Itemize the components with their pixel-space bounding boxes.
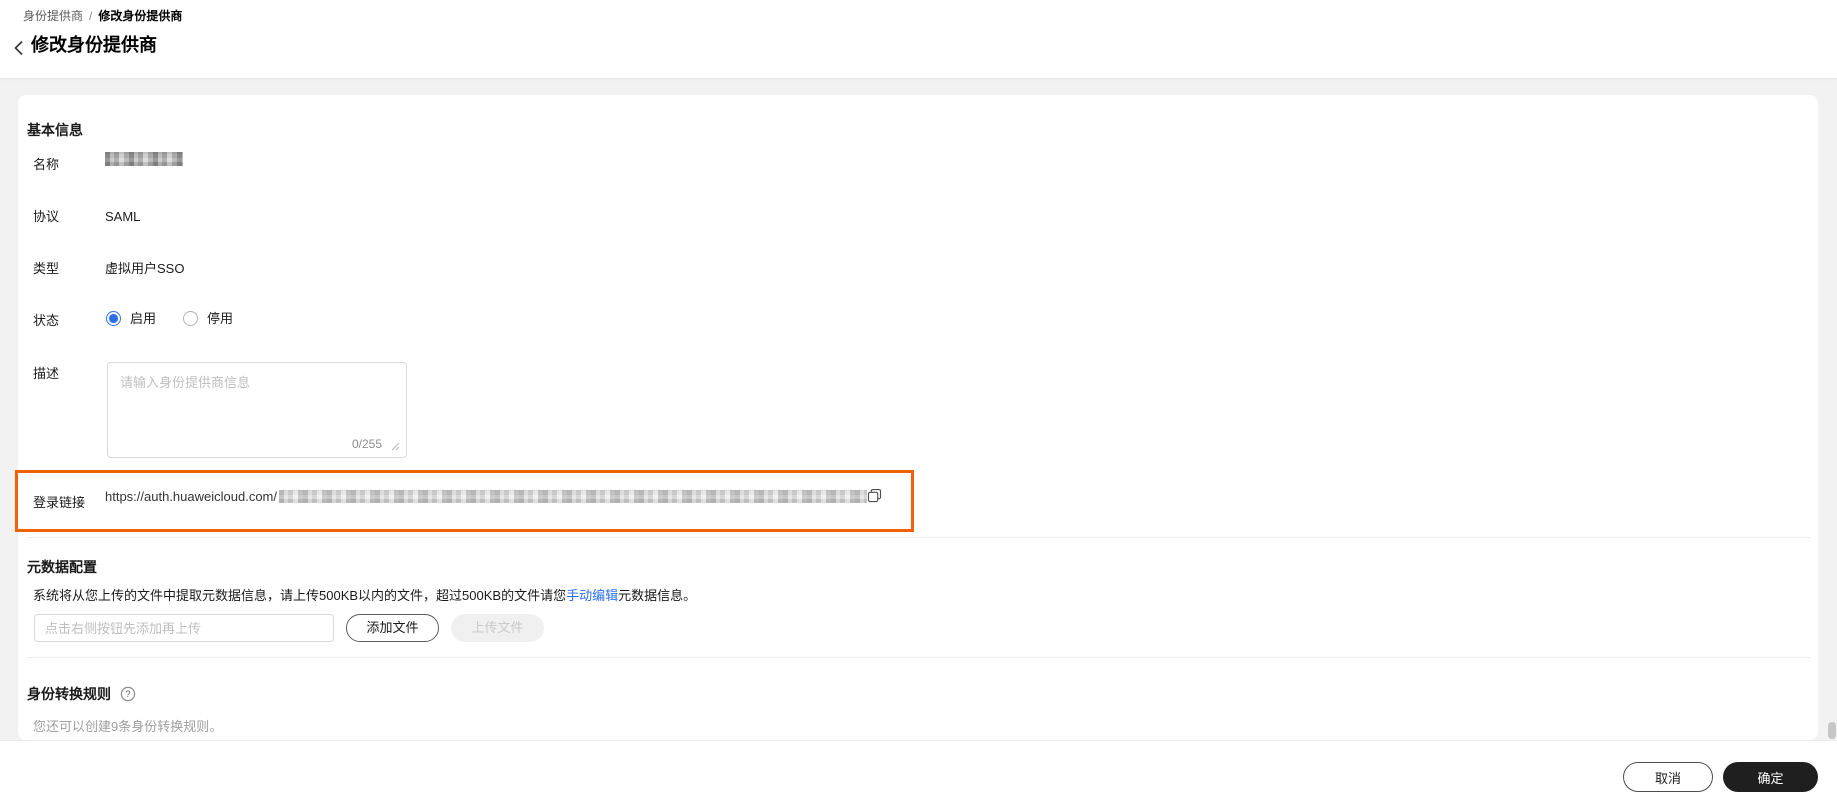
add-file-button[interactable]: 添加文件 bbox=[346, 614, 439, 642]
status-label: 状态 bbox=[33, 313, 60, 328]
status-option-disabled-label[interactable]: 停用 bbox=[207, 310, 233, 327]
svg-text:?: ? bbox=[125, 689, 130, 699]
confirm-button[interactable]: 确定 bbox=[1723, 762, 1818, 792]
metadata-heading: 元数据配置 bbox=[27, 559, 97, 575]
description-field: 0/255 bbox=[107, 362, 407, 458]
status-radio-enabled[interactable] bbox=[106, 311, 121, 326]
question-circle-icon: ? bbox=[120, 686, 136, 702]
name-value-redacted bbox=[105, 152, 183, 166]
copy-button[interactable] bbox=[865, 486, 883, 504]
content-card: 基本信息 名称 协议 SAML 类型 虚拟用户SSO 状态 启用 停用 描述 0… bbox=[15, 95, 1818, 740]
type-label: 类型 bbox=[33, 261, 60, 276]
idp-edit-page: 身份提供商 / 修改身份提供商 修改身份提供商 基本信息 名称 协议 SAML … bbox=[0, 0, 1837, 801]
manual-edit-link[interactable]: 手动编辑 bbox=[566, 588, 618, 603]
copy-icon bbox=[867, 488, 881, 502]
description-label: 描述 bbox=[33, 366, 60, 381]
help-button[interactable]: ? bbox=[120, 686, 136, 702]
chevron-left-icon bbox=[13, 40, 23, 56]
login-link-value: https://auth.huaweicloud.com/ bbox=[105, 489, 867, 504]
type-value: 虚拟用户SSO bbox=[105, 261, 185, 276]
breadcrumb-current: 修改身份提供商 bbox=[98, 9, 183, 23]
login-link-label: 登录链接 bbox=[33, 495, 86, 510]
basic-info-heading: 基本信息 bbox=[27, 122, 83, 138]
login-link-url-redacted bbox=[279, 490, 867, 503]
back-button[interactable] bbox=[8, 37, 28, 59]
rules-heading: 身份转换规则 bbox=[27, 686, 111, 702]
section-divider bbox=[27, 657, 1810, 658]
resize-handle-icon[interactable] bbox=[391, 442, 400, 451]
metadata-description-prefix: 系统将从您上传的文件中提取元数据信息，请上传500KB以内的文件，超过500KB… bbox=[33, 588, 567, 603]
status-radio-disabled[interactable] bbox=[183, 311, 199, 326]
description-counter: 0/255 bbox=[351, 437, 382, 451]
page-header: 身份提供商 / 修改身份提供商 修改身份提供商 bbox=[0, 0, 1837, 79]
section-divider bbox=[27, 537, 1810, 538]
name-label: 名称 bbox=[33, 157, 60, 172]
metadata-description: 系统将从您上传的文件中提取元数据信息，请上传500KB以内的文件，超过500KB… bbox=[33, 587, 696, 604]
breadcrumb: 身份提供商 / 修改身份提供商 bbox=[23, 8, 182, 24]
footer-bar: 取消 确定 bbox=[0, 740, 1837, 801]
status-option-enabled-label[interactable]: 启用 bbox=[130, 310, 156, 327]
page-title: 修改身份提供商 bbox=[31, 35, 157, 55]
cancel-button[interactable]: 取消 bbox=[1623, 762, 1713, 792]
status-radio-group: 启用 停用 bbox=[106, 310, 233, 327]
breadcrumb-separator: / bbox=[89, 9, 93, 23]
upload-file-button[interactable]: 上传文件 bbox=[451, 614, 544, 642]
metadata-description-suffix: 元数据信息。 bbox=[618, 588, 697, 603]
scrollbar-thumb[interactable] bbox=[1828, 722, 1836, 739]
file-name-input[interactable] bbox=[34, 614, 334, 642]
protocol-value: SAML bbox=[105, 209, 141, 224]
rules-hint: 您还可以创建9条身份转换规则。 bbox=[33, 719, 223, 734]
protocol-label: 协议 bbox=[33, 209, 60, 224]
login-link-url-prefix: https://auth.huaweicloud.com/ bbox=[105, 489, 277, 504]
breadcrumb-parent[interactable]: 身份提供商 bbox=[23, 8, 83, 24]
